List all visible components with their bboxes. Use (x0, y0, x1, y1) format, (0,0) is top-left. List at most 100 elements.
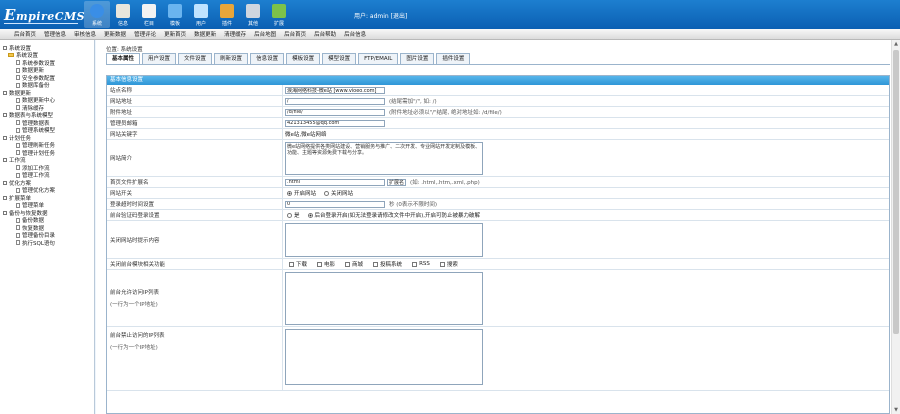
topnav-label: 用户 (195, 21, 206, 27)
tree-item[interactable]: 备份与恢复数据 (0, 209, 94, 217)
topnav-extend[interactable]: 扩展 (266, 1, 292, 28)
menubar-link[interactable]: 数据更新 (194, 30, 216, 38)
denied-ips-textarea[interactable] (285, 329, 483, 385)
topnav-column[interactable]: 栏目 (136, 1, 162, 28)
menubar-link[interactable]: 后台首页 (14, 30, 36, 38)
tab-1[interactable]: 基本属性 (106, 53, 141, 64)
expand-box-icon (3, 45, 7, 50)
module-checkbox[interactable] (289, 261, 294, 267)
open-site-on-label: 开启网站 (294, 191, 317, 197)
index-ext-select[interactable]: 扩展名 (387, 178, 407, 186)
close-modules-label: 关闭前台模块相关功能 (107, 259, 283, 269)
tree-item[interactable]: 备份数据 (0, 217, 94, 224)
module-checkbox[interactable] (439, 261, 445, 267)
attach-url-input[interactable] (285, 108, 385, 116)
document-icon (16, 97, 20, 103)
tab-7[interactable]: 模型设置 (322, 53, 357, 64)
site-url-input[interactable] (285, 97, 385, 105)
expand-box-icon (3, 113, 7, 118)
index-ext-input[interactable] (285, 178, 385, 186)
menubar-link[interactable]: 后台帮助 (314, 30, 336, 38)
menubar-link[interactable]: 管理评论 (134, 30, 156, 38)
main-scrollbar[interactable]: ▲ ▼ (891, 40, 900, 414)
scroll-thumb[interactable] (893, 50, 899, 334)
row-session-time: 登录超时时间设置 秒 (0表示不限时间) (107, 199, 889, 210)
user-icon (194, 4, 208, 18)
tab-9[interactable]: 图片设置 (400, 53, 435, 64)
session-time-input[interactable] (285, 200, 385, 208)
module-label: 商城 (352, 262, 364, 268)
module-label: RSS (419, 261, 430, 267)
login-verify-a-label: 是 (294, 213, 300, 219)
system-icon (90, 4, 104, 18)
attach-url-hint: (附件地址必须以"/"结尾, 绝对地址如: /d/file/) (389, 110, 502, 116)
tab-4[interactable]: 刷新设置 (214, 53, 249, 64)
session-time-label: 登录超时时间设置 (107, 199, 283, 209)
topnav-template[interactable]: 模板 (162, 1, 188, 28)
main-panel: 位置: 系统设置 基本属性 用户设置 文件设置 刷新设置 信息设置 模板设置 模型设置 FTP… (96, 40, 900, 414)
tree-item[interactable]: 系统参数设置 (0, 59, 94, 67)
session-time-hint: 秒 (0表示不限时间) (389, 202, 438, 208)
tab-8[interactable]: FTP/EMAIL (358, 53, 399, 64)
open-site-radio-on[interactable] (287, 190, 292, 196)
menubar-link[interactable]: 更新数据 (104, 30, 126, 38)
close-tip-textarea[interactable] (285, 222, 483, 257)
open-site-radio-off[interactable] (324, 190, 330, 196)
admin-email-input[interactable] (285, 119, 385, 127)
tab-10[interactable]: 插件设置 (436, 53, 471, 64)
tree-item[interactable]: 执行SQL语句 (0, 239, 94, 247)
tree-item[interactable]: 扩展菜单 (0, 194, 94, 202)
scroll-down-icon[interactable]: ▼ (893, 407, 899, 413)
menubar-link[interactable]: 管理信息 (44, 30, 66, 38)
site-name-input[interactable] (285, 86, 385, 94)
login-verify-radio-b[interactable] (307, 212, 313, 218)
topnav-label: 系统 (91, 21, 102, 27)
tab-5[interactable]: 信息设置 (250, 53, 285, 64)
row-allowed-ips: 前台允许访问IP列表 (一行为一个IP地址) (107, 270, 889, 327)
tab-2[interactable]: 用户设置 (142, 53, 177, 64)
allowed-ips-textarea[interactable] (285, 271, 483, 325)
scroll-up-icon[interactable]: ▲ (893, 41, 899, 47)
topnav-info[interactable]: 信息 (110, 1, 136, 28)
allowed-ips-label: 前台允许访问IP列表 (110, 290, 159, 296)
menubar-link[interactable]: 后台首页 (284, 30, 306, 38)
document-icon (16, 60, 20, 66)
topnav-user[interactable]: 用户 (188, 1, 214, 28)
menubar-link[interactable]: 后台地图 (254, 30, 276, 38)
section-title: 基本信息设置 (107, 76, 889, 85)
module-option: 搜索 (436, 260, 458, 268)
site-keywords-value[interactable]: 微e站,微e站网络 (285, 130, 327, 138)
menubar-link[interactable]: 更新首页 (164, 30, 186, 38)
menubar-link[interactable]: 清理缓存 (224, 30, 246, 38)
topnav-label: 模板 (169, 21, 180, 27)
close-tip-label: 关闭网站时提示内容 (107, 221, 283, 258)
logo-initial: E (4, 6, 16, 24)
menubar-link[interactable]: 后台信息 (344, 30, 366, 38)
document-icon (16, 172, 20, 178)
module-checkbox[interactable] (373, 261, 379, 267)
topnav-system[interactable]: 系统 (84, 1, 110, 28)
topnav-label: 信息 (117, 21, 128, 27)
login-verify-radio-a[interactable] (287, 212, 292, 218)
row-attach-url: 附件地址 (附件地址必须以"/"结尾, 绝对地址如: /d/file/) (107, 107, 889, 118)
module-option: 商城 (341, 260, 363, 268)
index-ext-label: 首页文件扩展名 (107, 177, 283, 187)
user-info[interactable]: 用户: admin [退出] (354, 11, 407, 20)
tree-item[interactable]: 系统设置 (0, 44, 94, 52)
tab-6[interactable]: 模板设置 (286, 53, 321, 64)
topnav-plugin[interactable]: 插件 (214, 1, 240, 28)
tab-3[interactable]: 文件设置 (178, 53, 213, 64)
module-checkbox[interactable] (317, 261, 323, 267)
topnav-gear[interactable]: 其他 (240, 1, 266, 28)
topnav-label: 插件 (221, 21, 232, 27)
module-checkbox[interactable] (412, 261, 418, 267)
topnav-label: 扩展 (273, 21, 284, 27)
attach-url-label: 附件地址 (107, 107, 283, 117)
module-checkbox[interactable] (345, 261, 351, 267)
site-desc-textarea[interactable]: 微e站网络提供各类网站建设、营销服务与推广、二次开发、专业网站开发定制及模板、功… (285, 141, 483, 175)
document-icon (16, 105, 20, 111)
expand-box-icon (3, 195, 7, 200)
tree-item[interactable]: 数据更新中心 (0, 97, 94, 104)
denied-ips-label: 前台禁止访问的IP列表 (110, 333, 165, 339)
menubar-link[interactable]: 审核信息 (74, 30, 96, 38)
